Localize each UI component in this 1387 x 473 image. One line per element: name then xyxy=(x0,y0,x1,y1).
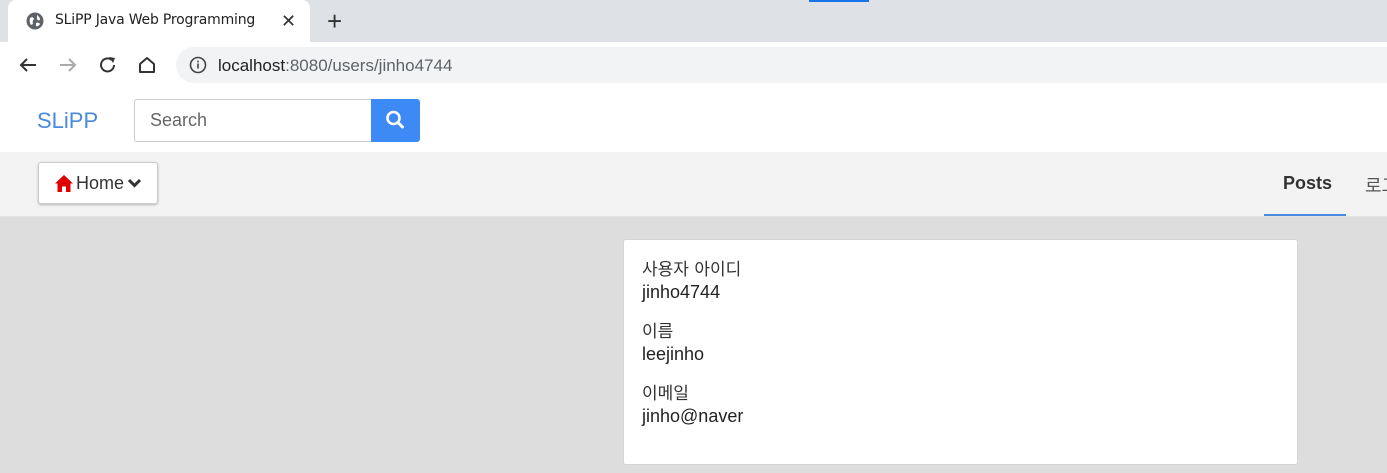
search-input[interactable] xyxy=(134,99,371,142)
chevron-down-icon xyxy=(127,178,142,188)
globe-icon xyxy=(26,12,44,30)
browser-tab[interactable]: SLiPP Java Web Programming ✕ xyxy=(8,0,310,42)
brand-logo[interactable]: SLiPP xyxy=(37,108,98,134)
posts-tab-underline xyxy=(1264,214,1346,216)
posts-tab[interactable]: Posts xyxy=(1283,173,1332,194)
back-arrow-icon[interactable] xyxy=(17,54,39,76)
email-label: 이메일 xyxy=(642,384,689,404)
forward-arrow-icon[interactable] xyxy=(57,54,79,76)
browser-tab-strip: SLiPP Java Web Programming ✕ + xyxy=(0,0,1387,42)
home-label: Home xyxy=(76,173,125,193)
home-dropdown-button[interactable]: Home xyxy=(38,162,158,204)
address-bar[interactable]: localhost:8080/users/jinho4744 xyxy=(176,47,1387,83)
login-tab[interactable]: 로그 xyxy=(1365,172,1387,198)
new-tab-button[interactable]: + xyxy=(327,8,342,34)
house-icon xyxy=(55,175,73,192)
info-icon[interactable] xyxy=(189,56,207,74)
sub-navigation: Home Posts 로그 xyxy=(0,152,1387,217)
tab-strip-accent xyxy=(809,0,869,2)
user-id-field: 사용자 아이디 jinho4744 xyxy=(642,259,741,303)
email-field: 이메일 jinho@naver xyxy=(642,383,743,427)
close-tab-icon[interactable]: ✕ xyxy=(281,11,296,31)
name-field: 이름 leejinho xyxy=(642,321,704,365)
user-profile-card: 사용자 아이디 jinho4744 이름 leejinho 이메일 jinho@… xyxy=(623,239,1298,465)
url-host: localhost xyxy=(218,56,286,75)
site-header: SLiPP xyxy=(0,89,1387,152)
url-path: :8080/users/jinho4744 xyxy=(285,56,453,75)
url-text: localhost:8080/users/jinho4744 xyxy=(218,56,452,76)
browser-toolbar: localhost:8080/users/jinho4744 xyxy=(0,42,1387,90)
search-button[interactable] xyxy=(371,99,420,142)
name-value: leejinho xyxy=(642,344,705,364)
user-id-value: jinho4744 xyxy=(642,282,721,302)
email-value: jinho@naver xyxy=(642,406,744,426)
search-icon xyxy=(386,110,404,129)
home-page-icon[interactable] xyxy=(136,54,158,76)
user-id-label: 사용자 아이디 xyxy=(642,260,742,280)
reload-icon[interactable] xyxy=(97,54,119,76)
tab-title: SLiPP Java Web Programming xyxy=(55,12,256,28)
name-label: 이름 xyxy=(642,322,674,342)
